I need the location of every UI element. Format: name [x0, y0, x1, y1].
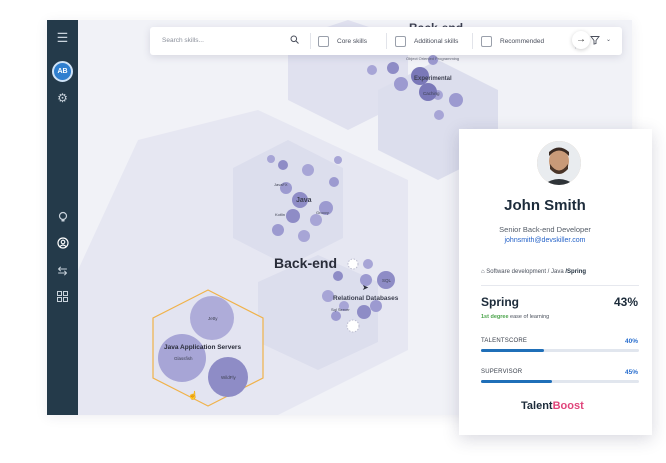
- filter-core-skills[interactable]: Core skills: [318, 34, 367, 48]
- filter-recommended[interactable]: Recommended: [481, 34, 544, 48]
- hand-cursor-icon: ☝: [188, 390, 198, 400]
- supervisor-bar: [481, 380, 639, 383]
- profile-email[interactable]: johnsmith@devskiller.com: [459, 237, 631, 244]
- talentscore-label: TALENTSCORE: [481, 338, 528, 344]
- swap-icon[interactable]: ⇆: [54, 263, 71, 280]
- skill-bubble[interactable]: [346, 319, 360, 333]
- skill-bubble[interactable]: [267, 155, 275, 163]
- filter-funnel-icon[interactable]: [590, 35, 600, 47]
- skill-bubble[interactable]: [449, 93, 463, 107]
- map-label-groovy: Groovy: [316, 210, 329, 215]
- skill-bubble[interactable]: [278, 160, 288, 170]
- arrow-right-icon[interactable]: →: [572, 31, 590, 49]
- core-skills-label: Core skills: [337, 37, 367, 45]
- skill-bubble[interactable]: [357, 305, 371, 319]
- ease-text: ease of learning: [510, 314, 550, 320]
- skill-bubble[interactable]: [387, 62, 399, 74]
- settings-icon[interactable]: ⚙: [54, 90, 71, 107]
- map-label-java: Java: [296, 197, 312, 204]
- skill-bubble[interactable]: [333, 271, 343, 281]
- skill-bubble[interactable]: [329, 177, 339, 187]
- user-icon[interactable]: [54, 237, 71, 254]
- sidebar: ☰ AB ⚙ ⇆: [47, 20, 78, 415]
- supervisor-label: SUPERVISOR: [481, 369, 523, 375]
- divider: [481, 285, 639, 286]
- recommended-label: Recommended: [500, 37, 545, 45]
- supervisor-bar-fill: [481, 380, 553, 383]
- supervisor-value: 45%: [624, 369, 638, 376]
- recommended-checkbox[interactable]: [481, 35, 492, 47]
- ease-of-learning: 1st degree ease of learning: [481, 314, 549, 320]
- map-label-kotlin: Kotlin: [275, 212, 285, 217]
- filter-toolbar: Search skills... Core skills Additional …: [150, 27, 622, 55]
- map-label-sql-server: Sql Server: [331, 307, 350, 312]
- skill-bubble[interactable]: [334, 156, 342, 164]
- skill-bubble[interactable]: [331, 311, 341, 321]
- breadcrumb-item[interactable]: Java: [551, 269, 564, 275]
- search-input[interactable]: Search skills...: [162, 37, 204, 44]
- search-icon[interactable]: [290, 35, 299, 46]
- map-label-wildfly: WildFly: [221, 375, 236, 380]
- ease-degree: 1st degree: [481, 314, 509, 320]
- cursor-icon: ➤: [362, 283, 369, 292]
- additional-skills-checkbox[interactable]: [395, 35, 406, 47]
- map-label-backend: Back-end: [274, 255, 337, 271]
- skill-bubble[interactable]: [363, 259, 373, 269]
- map-label-javafx: JavaFX: [274, 182, 288, 187]
- skill-bubble[interactable]: [434, 110, 444, 120]
- skill-bubble[interactable]: [367, 65, 377, 75]
- map-label-jetty: Jetty: [208, 316, 218, 321]
- avatar[interactable]: AB: [52, 61, 73, 82]
- skill-bubble[interactable]: [302, 164, 314, 176]
- map-label-experimental: Experimental: [414, 76, 452, 82]
- breadcrumb-current: Spring: [567, 269, 587, 275]
- map-label-object-oriented: Object Oriented Programming: [406, 56, 459, 61]
- talentscore-bar-fill: [481, 349, 545, 352]
- divider: [386, 33, 387, 49]
- home-icon[interactable]: ⌂: [481, 269, 485, 275]
- additional-skills-label: Additional skills: [414, 37, 459, 45]
- menu-icon[interactable]: ☰: [54, 29, 71, 46]
- lightbulb-icon[interactable]: [54, 211, 71, 228]
- profile-role: Senior Back-end Developer: [499, 225, 591, 234]
- talentscore-bar: [481, 349, 639, 352]
- filter-additional-skills[interactable]: Additional skills: [395, 34, 458, 48]
- breadcrumb: ⌂ Software development / Java /Spring: [481, 269, 586, 275]
- skill-bubble[interactable]: [310, 214, 322, 226]
- map-label-glassfish: Glassfish: [174, 356, 193, 361]
- skill-bubble[interactable]: [394, 77, 408, 91]
- skill-title: Spring: [481, 295, 519, 309]
- brand-accent: Boost: [552, 400, 584, 412]
- talentscore-value: 40%: [624, 338, 638, 345]
- map-label-caching: Caching: [423, 91, 440, 96]
- skill-percentage: 43%: [613, 295, 638, 309]
- skill-bubble[interactable]: [298, 230, 310, 242]
- chevron-down-icon[interactable]: ⌄: [606, 36, 611, 43]
- divider: [472, 33, 473, 49]
- profile-photo: [537, 141, 581, 185]
- map-label-relational-databases: Relational Databases: [333, 295, 399, 302]
- skill-bubble[interactable]: [272, 224, 284, 236]
- breadcrumb-separator: /: [547, 269, 550, 275]
- skill-bubble[interactable]: [347, 258, 359, 270]
- core-skills-checkbox[interactable]: [318, 35, 329, 47]
- profile-card: John Smith Senior Back-end Developer joh…: [459, 129, 652, 435]
- talentboost-logo: TalentBoost: [521, 400, 584, 412]
- map-label-java-app-servers: Java Application Servers: [164, 344, 241, 351]
- grid-icon[interactable]: [54, 290, 71, 307]
- map-label-sql: SQL: [382, 278, 392, 283]
- skill-bubble[interactable]: [286, 209, 300, 223]
- divider: [310, 33, 311, 49]
- brand-main: Talent: [521, 400, 553, 412]
- profile-name: John Smith: [504, 197, 586, 214]
- breadcrumb-item[interactable]: Software development: [486, 269, 546, 275]
